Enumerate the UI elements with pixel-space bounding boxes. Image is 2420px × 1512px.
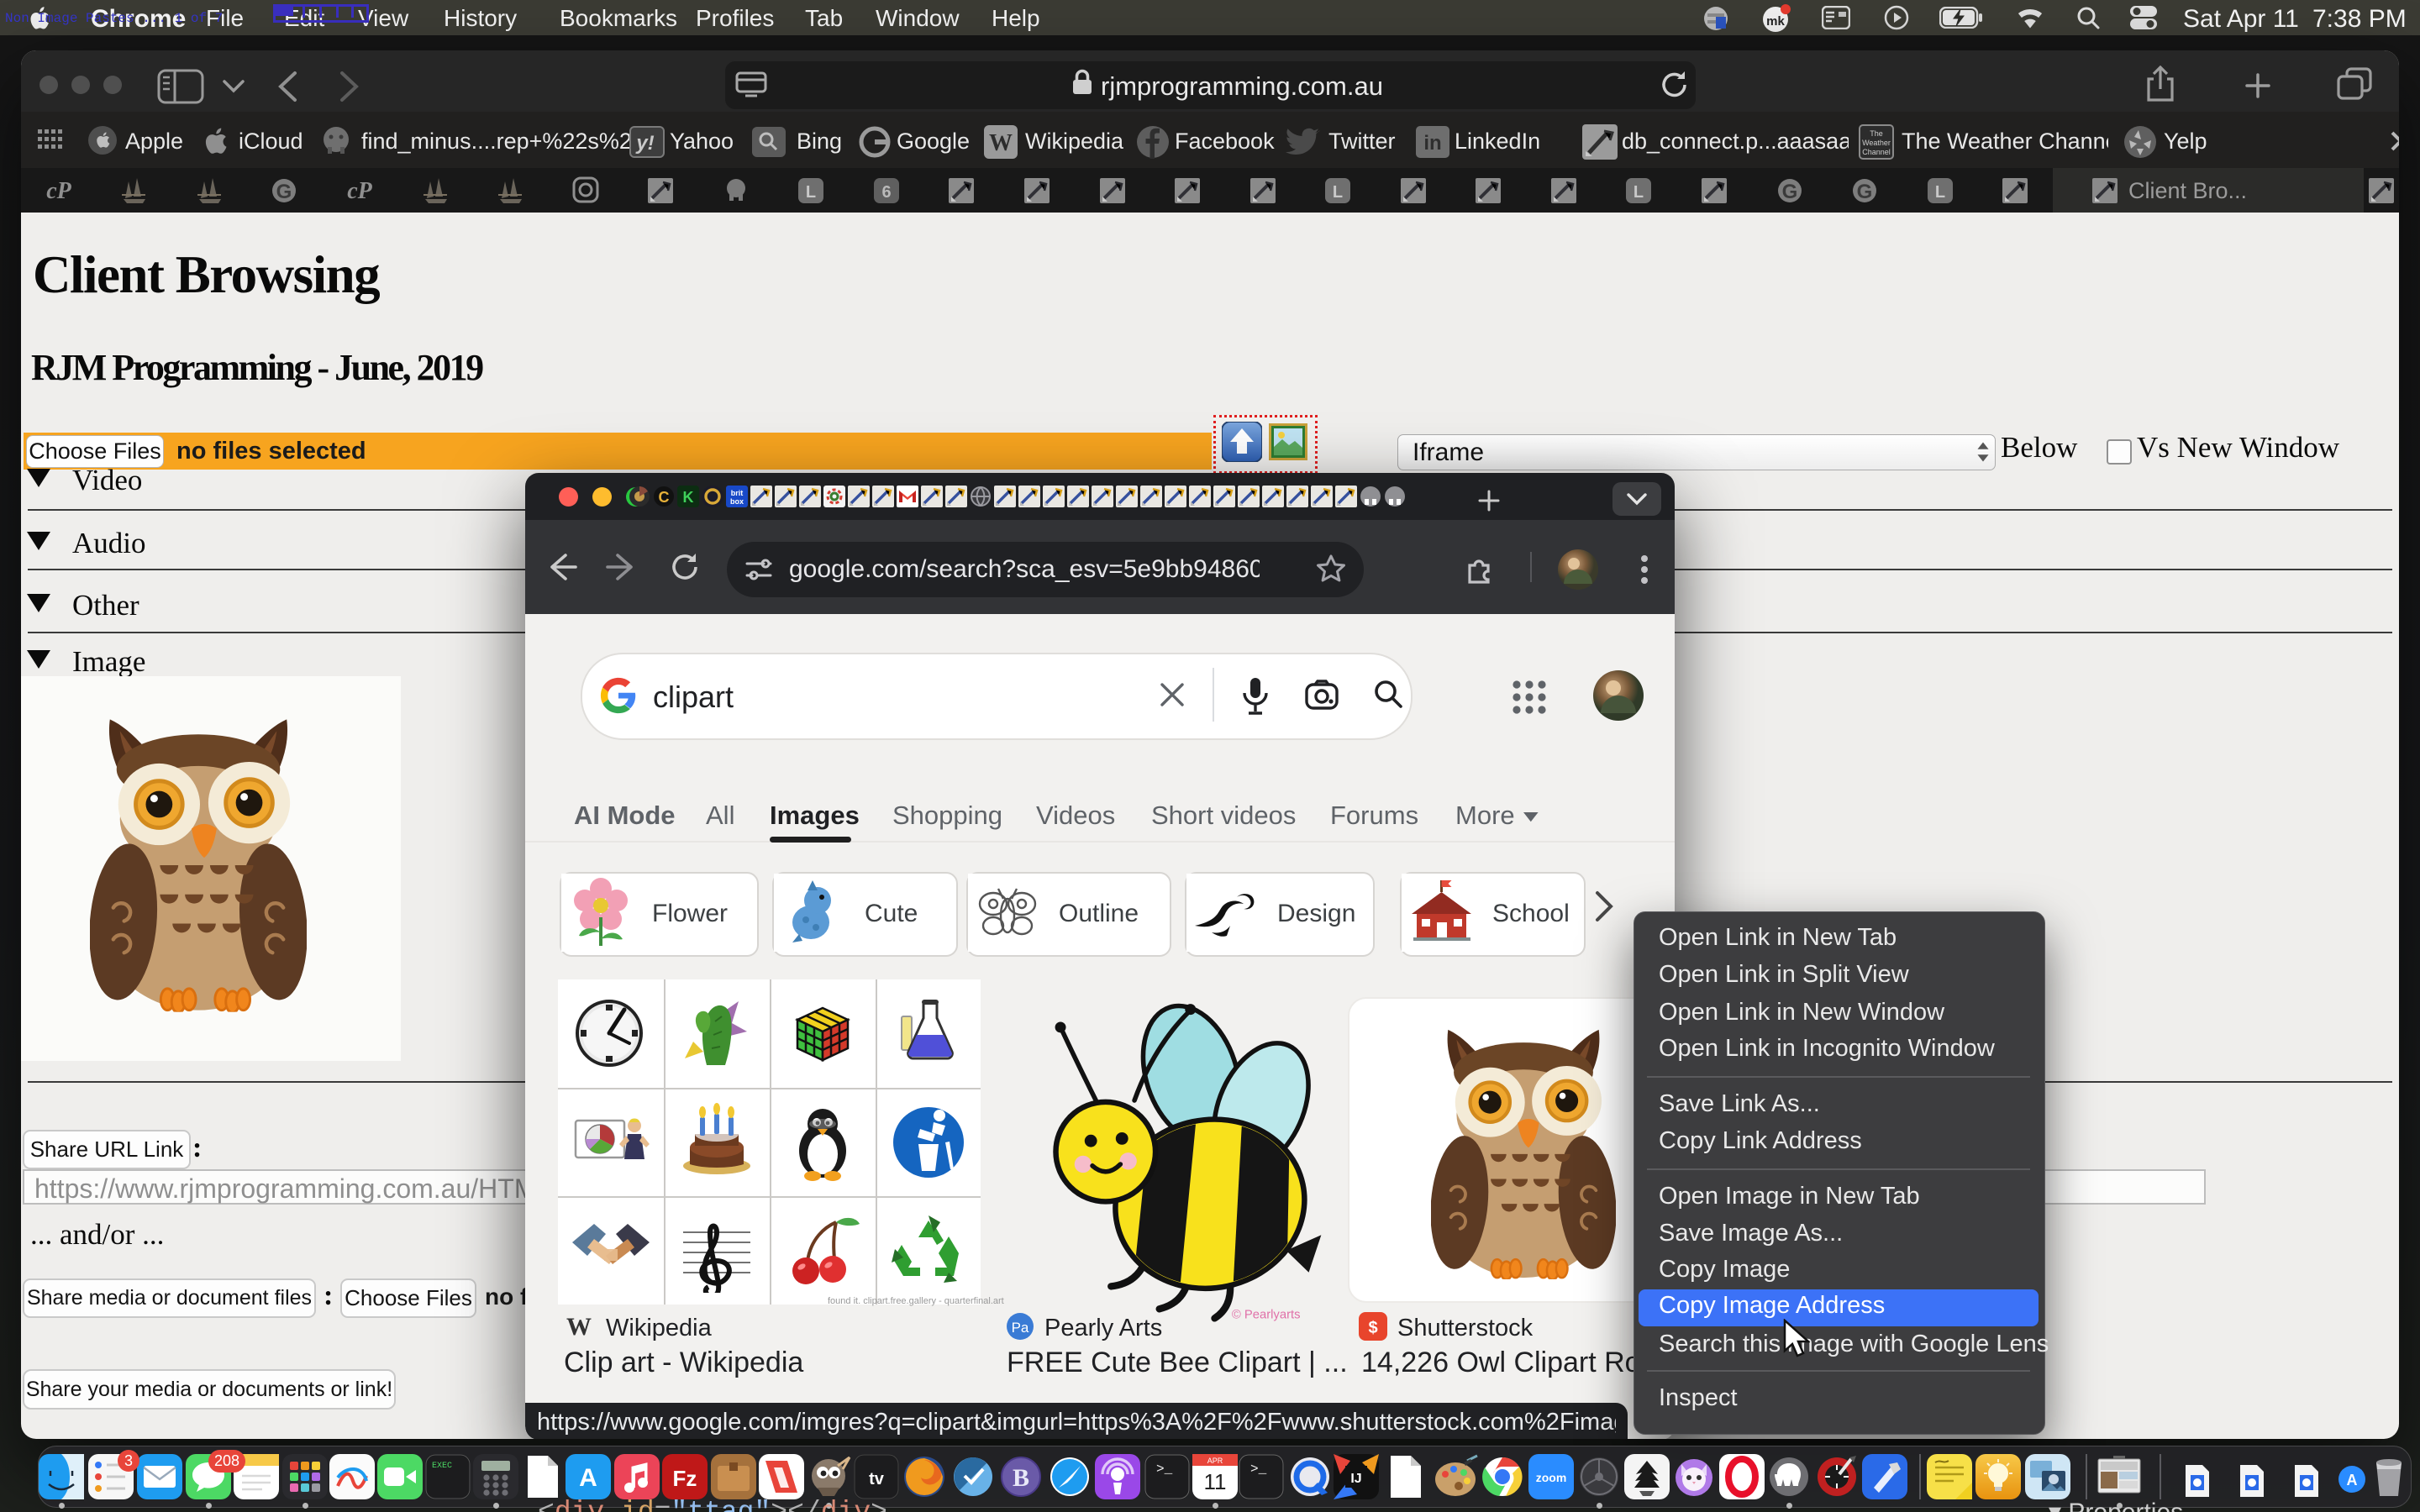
svg-text:Channel: Channel — [1862, 148, 1891, 156]
svg-text:IJ: IJ — [1350, 1472, 1361, 1486]
svg-text:mk: mk — [1766, 14, 1785, 29]
svg-text:Weather: Weather — [1862, 139, 1891, 147]
svg-text:G: G — [1857, 181, 1873, 203]
svg-text:Pa: Pa — [1012, 1320, 1029, 1336]
svg-text:W: W — [989, 130, 1013, 156]
svg-text:L: L — [1935, 183, 1945, 202]
svg-text:L: L — [1333, 183, 1343, 202]
svg-text:Fz: Fz — [673, 1466, 697, 1491]
svg-text:A: A — [2347, 1472, 2358, 1488]
svg-text:brit: brit — [731, 489, 744, 497]
svg-text:y!: y! — [635, 132, 654, 155]
svg-text:C: C — [659, 489, 670, 506]
svg-text:in: in — [1423, 132, 1441, 155]
svg-text:tv: tv — [869, 1470, 885, 1488]
svg-text:zoom: zoom — [1536, 1471, 1567, 1484]
svg-text:K: K — [683, 489, 694, 506]
svg-text:11: 11 — [1204, 1469, 1227, 1494]
svg-text:L: L — [806, 183, 816, 202]
svg-text:>_: >_ — [1156, 1462, 1173, 1477]
svg-text:B: B — [1013, 1464, 1029, 1492]
svg-text:$: $ — [1368, 1319, 1377, 1337]
svg-text:EXEC: EXEC — [432, 1462, 452, 1471]
svg-text:>_: >_ — [1250, 1462, 1267, 1477]
svg-text:A: A — [579, 1464, 597, 1492]
svg-text:The: The — [1870, 129, 1883, 138]
svg-text:G: G — [276, 181, 292, 203]
svg-text:L: L — [1634, 183, 1644, 202]
svg-text:G: G — [1782, 181, 1798, 203]
svg-text:box: box — [730, 497, 744, 506]
svg-text:APR: APR — [1207, 1457, 1223, 1465]
svg-text:6: 6 — [881, 183, 891, 202]
